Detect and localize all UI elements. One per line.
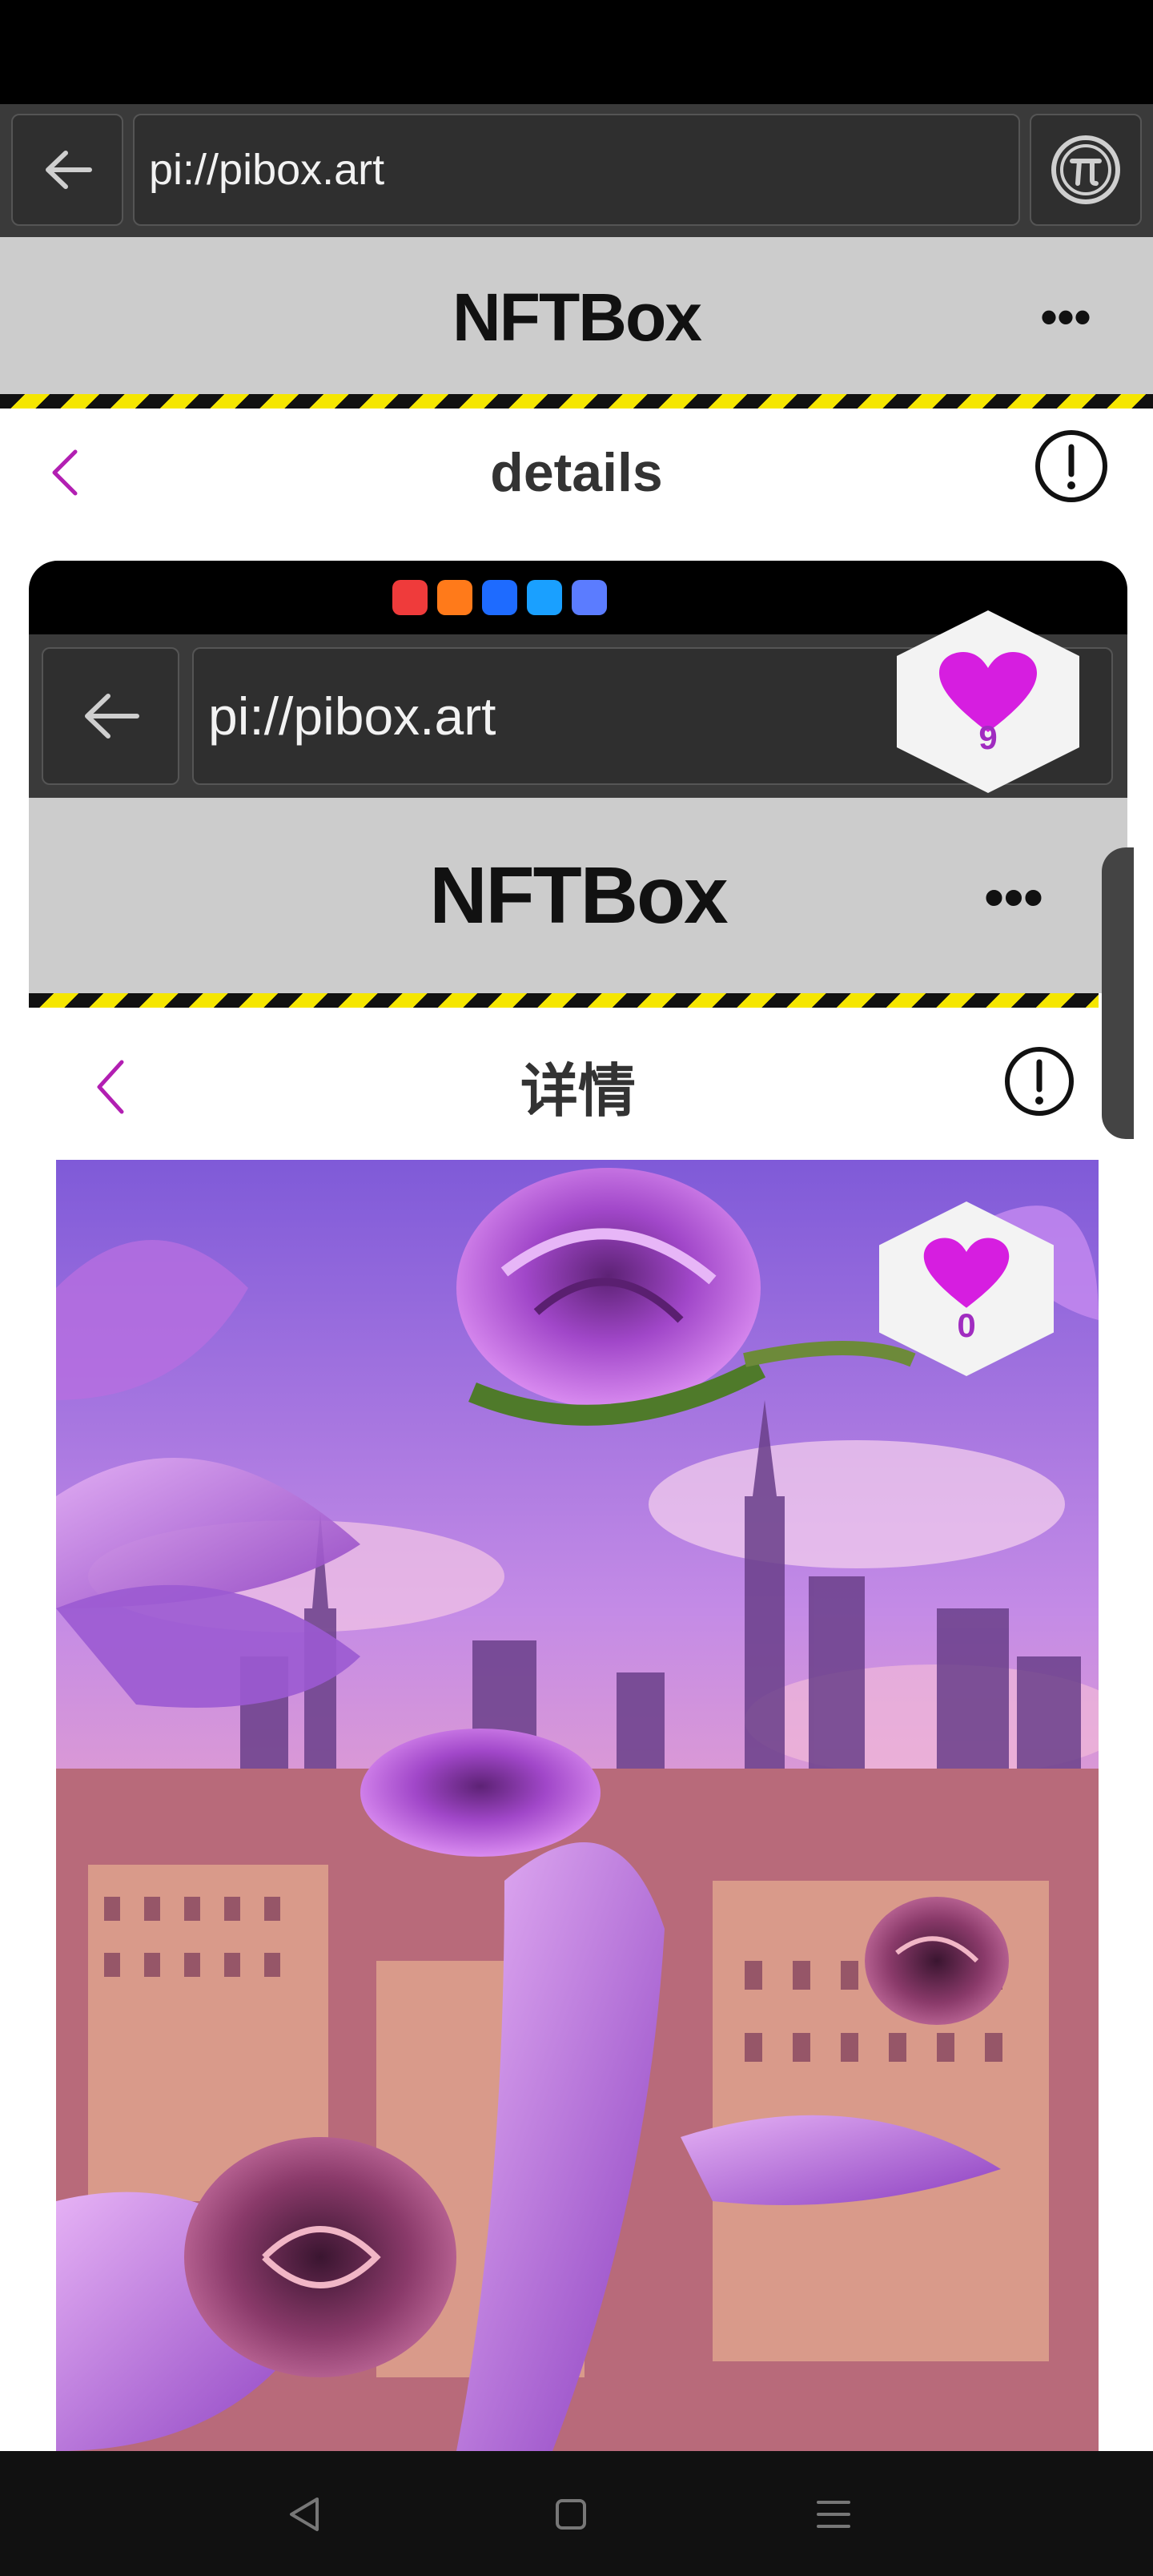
- app-title: NFTBox: [452, 279, 702, 355]
- inner-url-text: pi://pibox.art: [208, 686, 496, 746]
- app-icon: [392, 580, 428, 615]
- browser-back-button[interactable]: [11, 114, 123, 226]
- inner-hazard-stripe: [29, 993, 1099, 1008]
- side-drawer-handle[interactable]: [1102, 847, 1134, 1139]
- inner-details-title: 详情: [520, 1059, 636, 1124]
- inner-app-title: NFTBox: [429, 850, 728, 940]
- nav-back-icon[interactable]: [269, 2478, 341, 2550]
- status-bar: [0, 0, 1153, 104]
- back-arrow-icon: [46, 151, 92, 189]
- app-icon: [527, 580, 562, 615]
- pi-browser-button[interactable]: [1030, 114, 1142, 226]
- more-icon[interactable]: •••: [1038, 288, 1094, 344]
- app-icon: [572, 580, 607, 615]
- more-icon: •••: [984, 866, 1043, 928]
- nav-menu-icon[interactable]: [797, 2478, 870, 2550]
- heart-icon: [923, 1238, 1010, 1308]
- nav-home-icon[interactable]: [535, 2478, 607, 2550]
- back-arrow-icon: [85, 694, 139, 739]
- app-icon: [437, 580, 472, 615]
- like-count: 9: [978, 718, 998, 756]
- details-title: details: [490, 442, 663, 503]
- pi-logo-icon: [1051, 135, 1120, 204]
- info-icon[interactable]: [1033, 428, 1110, 505]
- inner-back-button: [42, 647, 179, 785]
- info-icon: [1001, 1043, 1078, 1120]
- browser-url-field[interactable]: pi://pibox.art: [133, 114, 1020, 226]
- inner-app-icons: [392, 580, 609, 617]
- browser-url-text: pi://pibox.art: [149, 146, 385, 194]
- app-icon: [482, 580, 517, 615]
- hazard-stripe: [0, 394, 1153, 409]
- inner-like-count: 0: [957, 1306, 976, 1344]
